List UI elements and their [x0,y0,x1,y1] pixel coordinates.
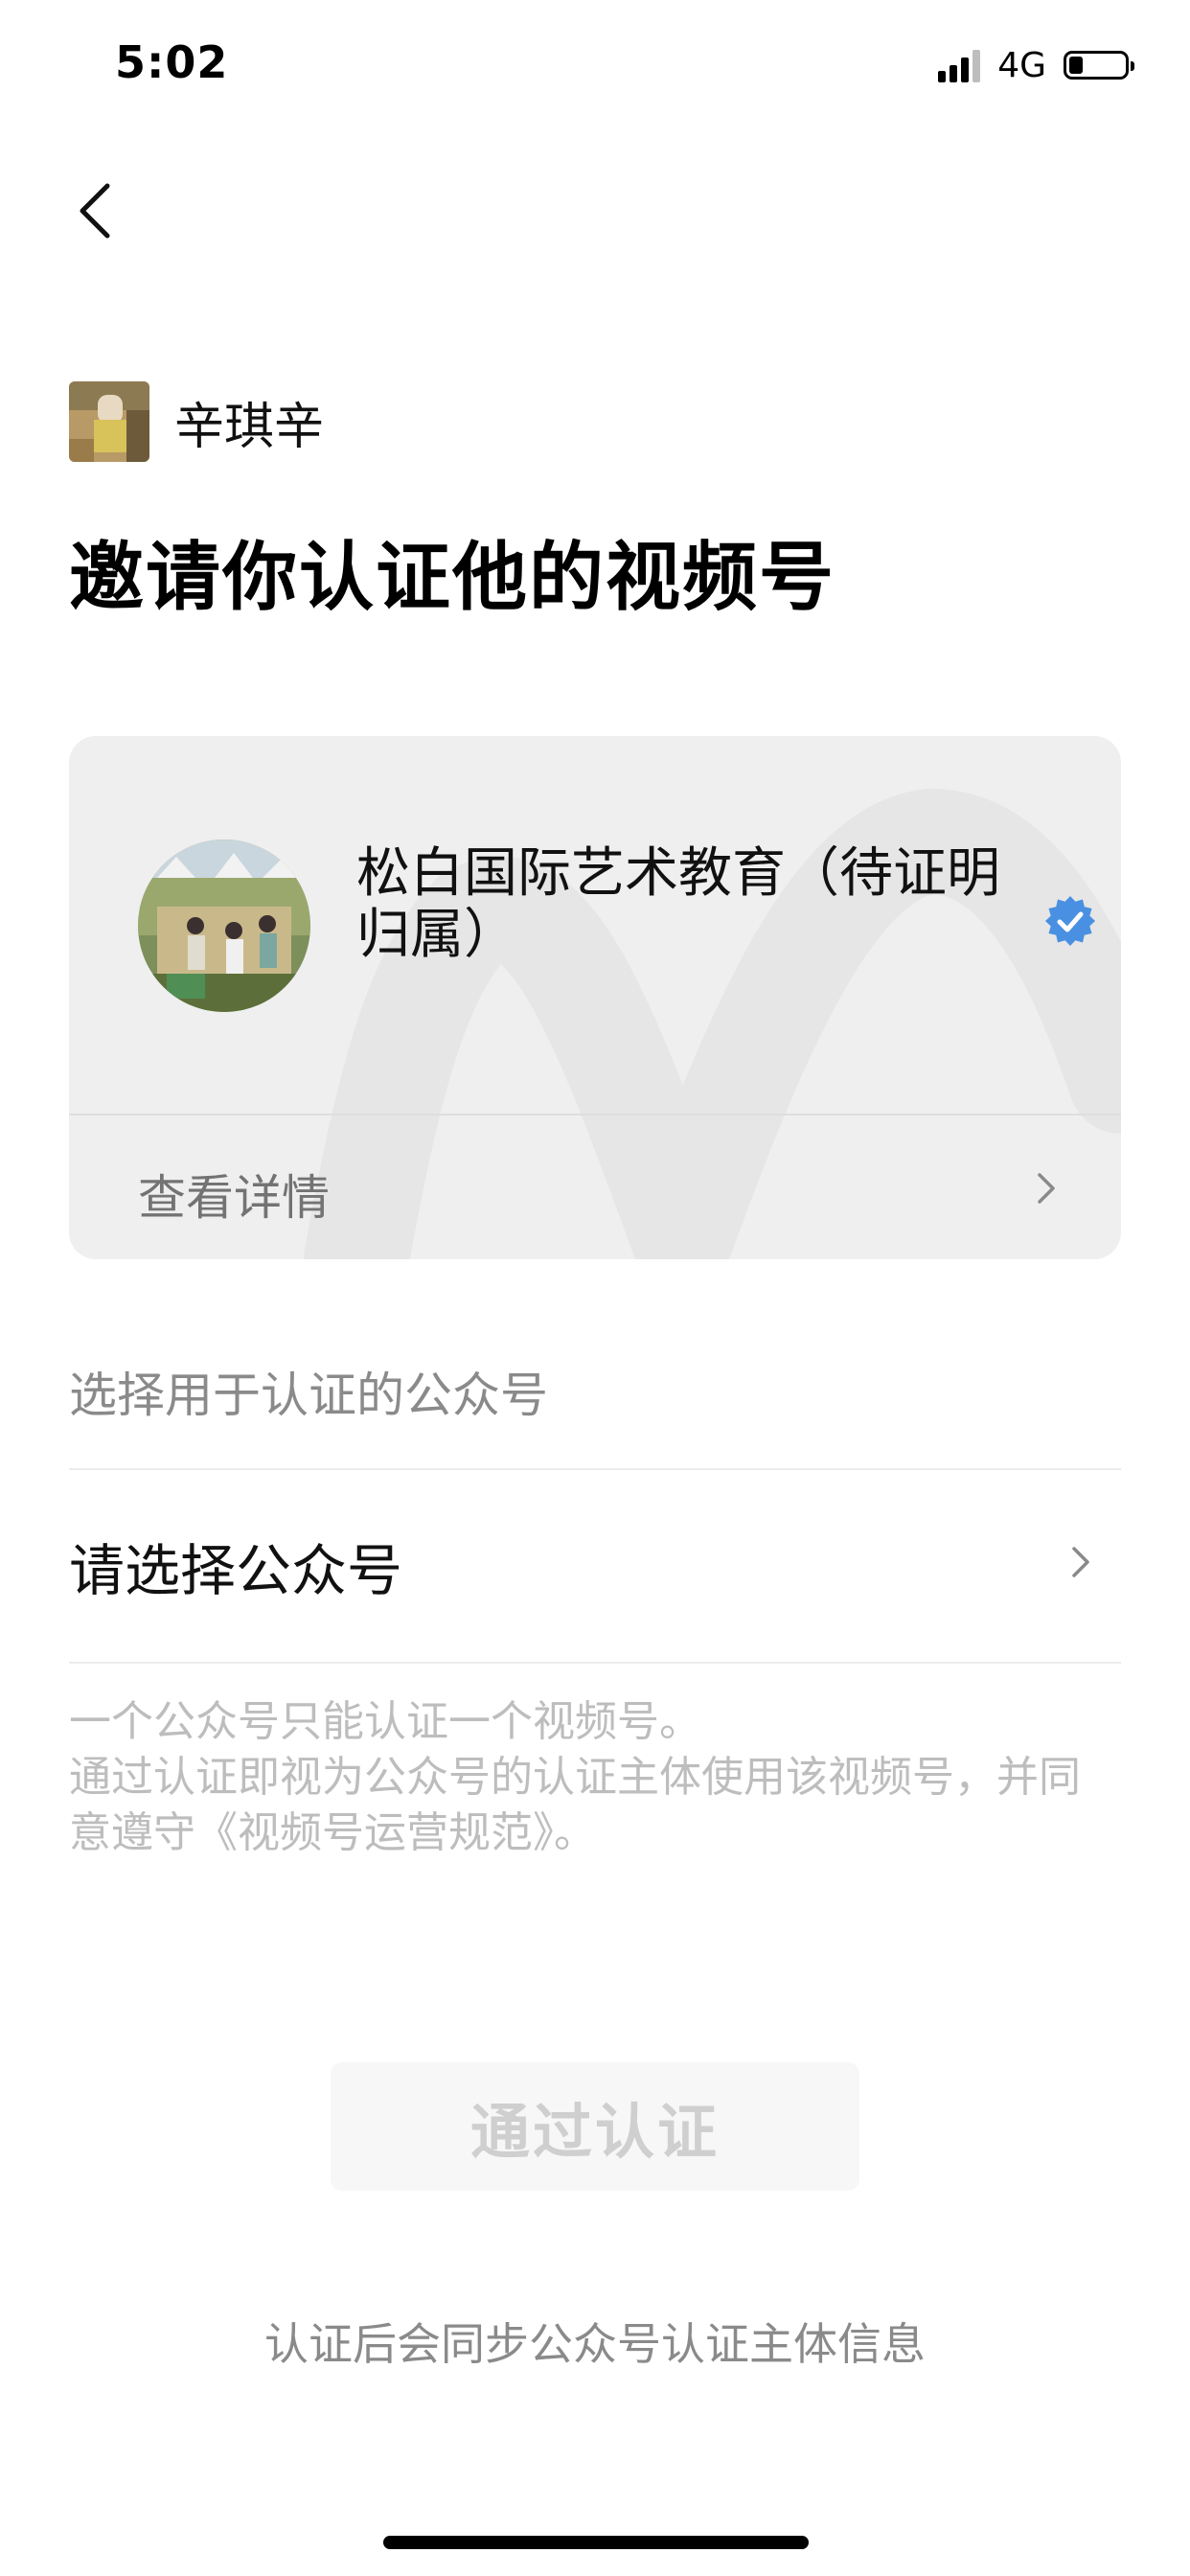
channel-avatar [138,840,310,1012]
channel-card: 松白国际艺术教育（待证明归属） 查看详情 [69,736,1121,1259]
back-button[interactable] [67,172,125,249]
chevron-right-icon [1038,1173,1055,1204]
battery-level [1069,57,1083,74]
approve-verification-button[interactable]: 通过认证 [331,2062,859,2191]
select-official-account-label: 请选择公众号 [69,1538,403,1603]
page-title: 邀请你认证他的视频号 [69,535,836,621]
chevron-right-icon [1072,1547,1089,1577]
signal-icon [938,48,984,82]
notice-line-1: 一个公众号只能认证一个视频号。 [69,1697,701,1746]
network-type: 4G [997,45,1046,85]
row-divider [69,1662,1121,1664]
verified-badge-icon [1045,896,1095,946]
view-details-button[interactable]: 查看详情 [69,1116,1121,1259]
notice-line-2: 通过认证即视为公众号的认证主体使用该视频号，并同意遵守《视频号运营规范》。 [69,1753,1081,1857]
home-indicator[interactable] [383,2536,809,2549]
view-details-label: 查看详情 [138,1170,330,1226]
notice-text: 一个公众号只能认证一个视频号。 通过认证即视为公众号的认证主体使用该视频号，并同… [69,1694,1121,1861]
status-time: 5:02 [115,36,229,88]
select-section-label: 选择用于认证的公众号 [69,1368,548,1423]
select-official-account-row[interactable]: 请选择公众号 [69,1457,1121,1662]
status-indicators: 4G [938,44,1134,86]
chevron-left-icon [80,183,110,239]
footer-note: 认证后会同步公众号认证主体信息 [264,2318,926,2370]
channel-name: 松白国际艺术教育（待证明归属） [356,842,1000,966]
battery-icon [1064,51,1134,80]
inviter-avatar [69,381,149,462]
inviter-name: 辛琪辛 [174,399,325,456]
